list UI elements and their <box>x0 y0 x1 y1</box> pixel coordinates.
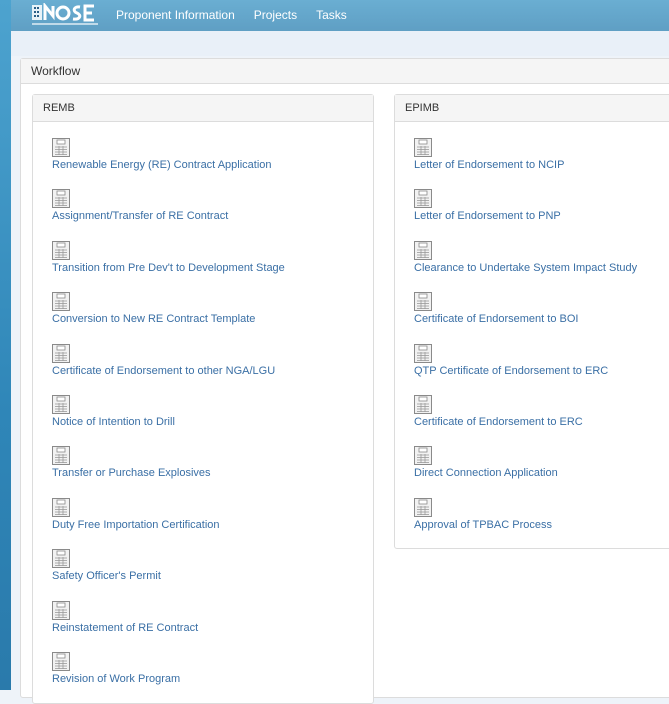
top-navbar: Proponent Information Projects Tasks <box>11 0 669 31</box>
remb-item[interactable]: Notice of Intention to Drill <box>52 395 175 428</box>
nose-logo-icon[interactable] <box>30 2 106 29</box>
document-icon[interactable] <box>414 497 552 517</box>
remb-item-label[interactable]: Notice of Intention to Drill <box>52 416 175 428</box>
remb-item[interactable]: Renewable Energy (RE) Contract Applicati… <box>52 138 272 171</box>
epimb-item-label[interactable]: Certificate of Endorsement to BOI <box>414 313 578 325</box>
remb-title: REMB <box>33 95 373 122</box>
remb-item[interactable]: Safety Officer's Permit <box>52 549 161 582</box>
remb-item[interactable]: Certificate of Endorsement to other NGA/… <box>52 343 275 377</box>
document-icon[interactable] <box>52 395 175 414</box>
left-side-strip <box>0 0 11 690</box>
remb-item[interactable]: Assignment/Transfer of RE Contract <box>52 189 228 222</box>
remb-item-label[interactable]: Transfer or Purchase Explosives <box>52 467 211 479</box>
epimb-item[interactable]: Letter of Endorsement to PNP <box>414 189 561 222</box>
nav-projects[interactable]: Projects <box>254 0 297 31</box>
remb-panel: REMB Renewable Energy (RE) Contract Appl… <box>32 94 374 704</box>
remb-item-label[interactable]: Transition from Pre Dev't to Development… <box>52 262 285 274</box>
document-icon[interactable] <box>414 240 637 260</box>
remb-item-label[interactable]: Reinstatement of RE Contract <box>52 622 198 634</box>
nav-proponent-information[interactable]: Proponent Information <box>116 0 235 31</box>
document-icon[interactable] <box>414 292 578 312</box>
epimb-title: EPIMB <box>395 95 669 122</box>
document-icon[interactable] <box>52 446 211 466</box>
epimb-item-label[interactable]: Direct Connection Application <box>414 467 558 479</box>
document-icon[interactable] <box>52 138 272 157</box>
document-icon[interactable] <box>414 446 558 466</box>
epimb-item[interactable]: Approval of TPBAC Process <box>414 497 552 531</box>
epimb-item[interactable]: Certificate of Endorsement to BOI <box>414 292 578 325</box>
document-icon[interactable] <box>414 138 564 157</box>
sub-header-bar <box>11 31 669 56</box>
remb-item-label[interactable]: Duty Free Importation Certification <box>52 519 220 531</box>
remb-item[interactable]: Conversion to New RE Contract Template <box>52 292 255 325</box>
nav-tasks[interactable]: Tasks <box>316 0 347 31</box>
epimb-item[interactable]: Letter of Endorsement to NCIP <box>414 138 564 171</box>
remb-item-label[interactable]: Renewable Energy (RE) Contract Applicati… <box>52 159 272 171</box>
epimb-item-label[interactable]: Clearance to Undertake System Impact Stu… <box>414 262 637 274</box>
document-icon[interactable] <box>414 395 583 414</box>
document-icon[interactable] <box>52 343 275 363</box>
remb-item[interactable]: Transfer or Purchase Explosives <box>52 446 211 479</box>
epimb-item[interactable]: Clearance to Undertake System Impact Stu… <box>414 240 637 274</box>
remb-item-label[interactable]: Revision of Work Program <box>52 673 180 685</box>
epimb-item[interactable]: Direct Connection Application <box>414 446 558 479</box>
epimb-item-label[interactable]: Letter of Endorsement to PNP <box>414 210 561 222</box>
remb-item[interactable]: Duty Free Importation Certification <box>52 497 220 531</box>
remb-item[interactable]: Transition from Pre Dev't to Development… <box>52 240 285 274</box>
remb-item[interactable]: Reinstatement of RE Contract <box>52 600 198 634</box>
epimb-item-label[interactable]: Approval of TPBAC Process <box>414 519 552 531</box>
document-icon[interactable] <box>52 497 220 517</box>
remb-item-label[interactable]: Conversion to New RE Contract Template <box>52 313 255 325</box>
epimb-item-label[interactable]: Letter of Endorsement to NCIP <box>414 159 564 171</box>
document-icon[interactable] <box>52 549 161 569</box>
document-icon[interactable] <box>414 189 561 209</box>
epimb-item-label[interactable]: Certificate of Endorsement to ERC <box>414 416 583 428</box>
workflow-title: Workflow <box>21 59 669 84</box>
document-icon[interactable] <box>52 600 198 620</box>
remb-item-label[interactable]: Safety Officer's Permit <box>52 570 161 582</box>
epimb-panel: EPIMB Letter of Endorsement to NCIP Lette… <box>394 94 669 549</box>
epimb-item-label[interactable]: QTP Certificate of Endorsement to ERC <box>414 365 608 377</box>
document-icon[interactable] <box>52 189 228 209</box>
remb-item-label[interactable]: Certificate of Endorsement to other NGA/… <box>52 365 275 377</box>
document-icon[interactable] <box>52 240 285 260</box>
epimb-item[interactable]: Certificate of Endorsement to ERC <box>414 395 583 428</box>
document-icon[interactable] <box>414 343 608 363</box>
remb-item-label[interactable]: Assignment/Transfer of RE Contract <box>52 210 228 222</box>
remb-item[interactable]: Revision of Work Program <box>52 652 180 685</box>
document-icon[interactable] <box>52 292 255 312</box>
document-icon[interactable] <box>52 652 180 671</box>
epimb-item[interactable]: QTP Certificate of Endorsement to ERC <box>414 343 608 377</box>
